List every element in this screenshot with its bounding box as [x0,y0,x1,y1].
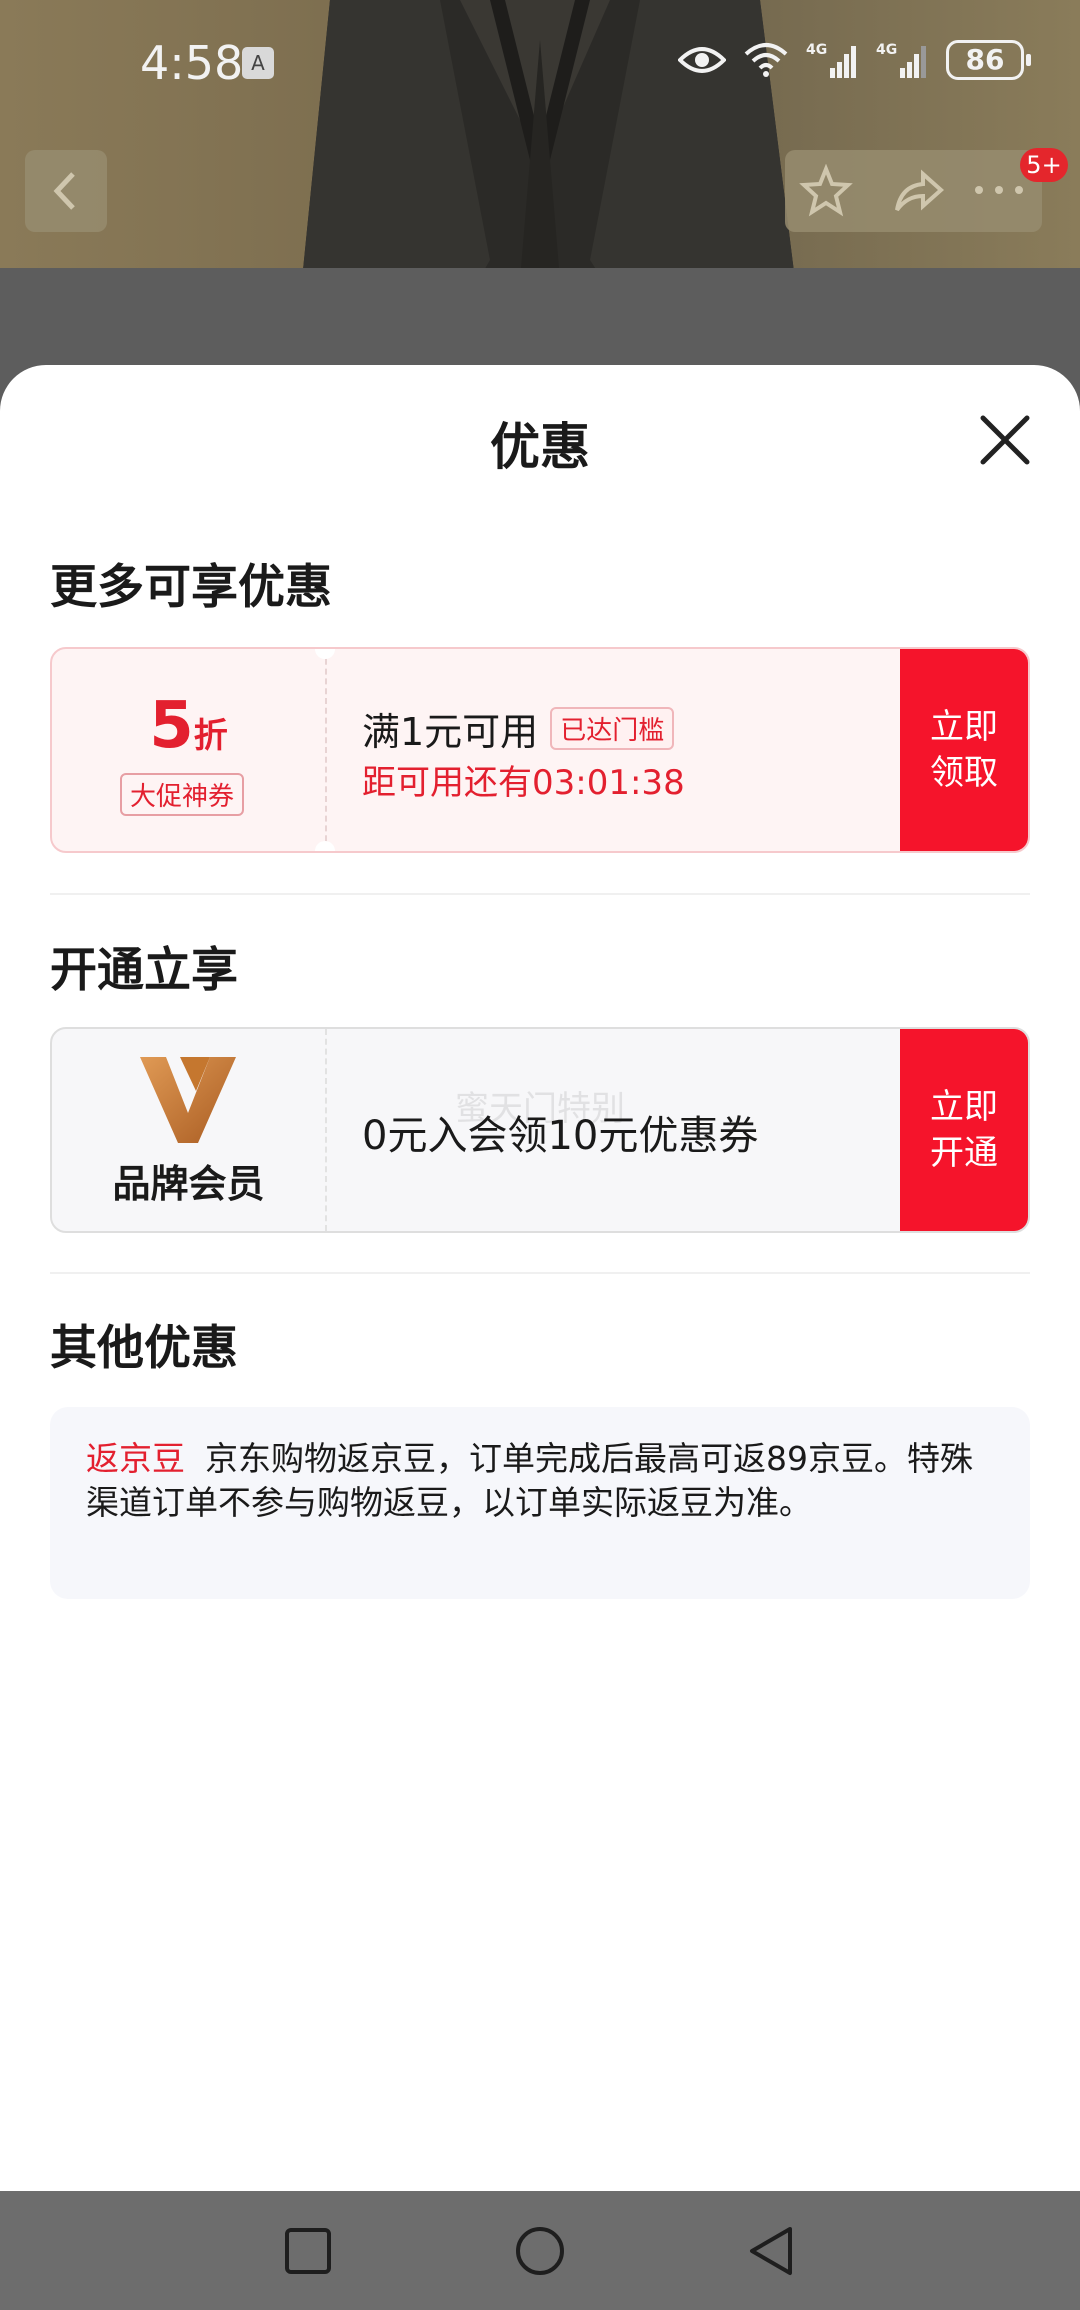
section-divider [50,893,1030,895]
discount-unit: 折 [193,716,228,756]
coupon-countdown: 距可用还有03:01:38 [362,763,685,803]
svg-text:4G: 4G [876,42,897,58]
membership-offer-text: 0元入会领10元优惠券 [362,1113,759,1159]
signal-4g-icon: 4G [806,42,856,78]
star-icon[interactable] [799,164,853,218]
wifi-icon [744,43,788,77]
claim-coupon-button[interactable]: 立即 领取 [900,649,1028,851]
section-divider [50,1272,1030,1274]
coupon-divider [325,649,327,851]
back-nav-icon[interactable] [744,2221,800,2281]
join-button-line-2: 开通 [930,1133,998,1173]
close-icon[interactable] [975,410,1035,470]
notification-badge: 5+ [1020,148,1068,182]
claim-button-line-1: 立即 [930,707,998,747]
join-button-line-1: 立即 [930,1087,998,1127]
jingdou-tag: 返京豆 [86,1439,185,1478]
jingdou-description: 京东购物返京豆，订单完成后最高可返89京豆。特殊渠道订单不参与购物返豆，以订单实… [86,1439,973,1522]
sheet-title: 优惠 [490,418,590,476]
coupon-divider [325,1029,327,1231]
share-icon[interactable] [891,164,945,218]
jingdou-rebate-info: 返京豆 京东购物返京豆，订单完成后最高可返89京豆。特殊渠道订单不参与购物返豆，以… [50,1407,1030,1599]
discount-coupon: 5折 大促神券 满1元可用 已达门槛 距可用还有03:01:38 立即 领取 [50,647,1030,853]
claim-button-line-2: 领取 [930,753,998,793]
recents-icon[interactable] [282,2221,334,2281]
discount-value: 5 [149,689,194,763]
brand-member-logo-icon [140,1057,236,1143]
eye-icon [678,47,726,73]
discount-sheet: 优惠 更多可享优惠 5折 大促神券 满1元可用 已达门槛 距可用还有03:01:… [0,365,1080,2191]
system-nav-bar [0,2191,1080,2310]
brand-member-label: 品牌会员 [112,1162,265,1206]
membership-offer: 品牌会员 蜜天门特别 0元入会领10元优惠券 立即 开通 [50,1027,1030,1233]
home-icon[interactable] [512,2221,568,2281]
promo-tag: 大促神券 [120,773,245,816]
keyboard-icon: A [242,47,274,79]
more-icon[interactable] [971,180,1027,200]
coupon-value-area: 5折 大促神券 [52,649,325,851]
back-button[interactable] [25,150,107,232]
page-actions [785,150,1042,232]
section-title-more-discounts: 更多可享优惠 [50,560,332,615]
svg-text:4G: 4G [806,42,827,58]
chevron-left-icon [53,172,75,210]
brand-member-area: 品牌会员 [52,1029,325,1231]
coupon-condition: 满1元可用 [362,710,539,754]
battery-indicator: 86 [946,40,1031,80]
section-title-other: 其他优惠 [50,1321,238,1376]
signal-4g-icon-2: 4G [876,42,926,78]
coupon-notch-bottom [315,841,335,851]
status-bar: 4:58 A 4G 4G 86 [0,0,1080,130]
threshold-reached-tag: 已达门槛 [550,707,675,750]
clock: 4:58 [140,36,244,90]
join-membership-button[interactable]: 立即 开通 [900,1029,1028,1231]
section-title-membership: 开通立享 [50,943,238,998]
